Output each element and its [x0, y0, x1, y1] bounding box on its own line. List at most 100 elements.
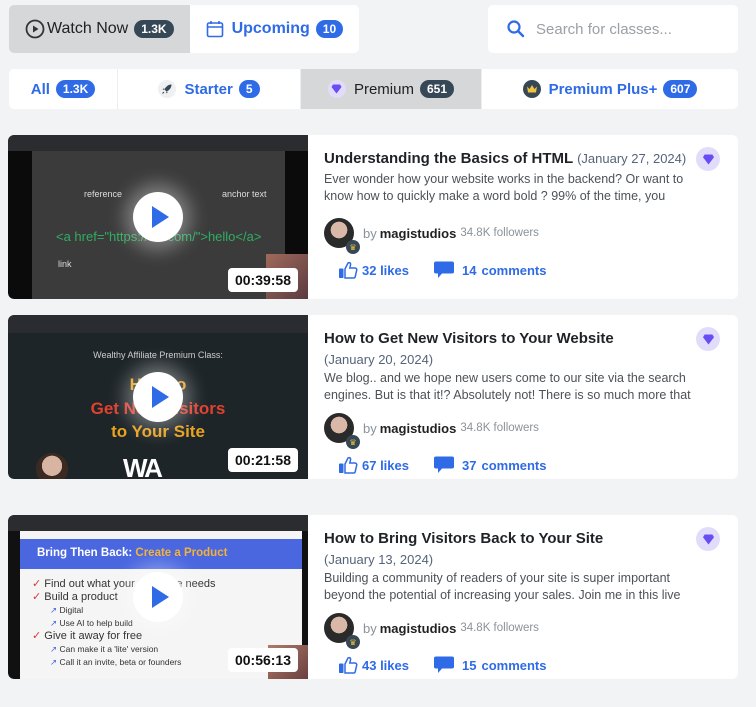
filter-tab-premium-plus[interactable]: Premium Plus+ 607 [482, 69, 738, 109]
filter-tab-starter[interactable]: Starter 5 [118, 69, 301, 109]
video-thumbnail[interactable]: Wealthy Affiliate Premium Class: How to … [8, 315, 308, 479]
engagement-stats: 32 likes 14 comments [338, 261, 724, 279]
calendar-icon [206, 20, 224, 38]
comments-label: comments [481, 657, 547, 673]
class-title-line: How to Bring Visitors Back to Your Site [324, 529, 694, 549]
tab-label: Watch Now [47, 20, 129, 37]
class-info: How to Get New Visitors to Your Website … [324, 315, 724, 479]
count-badge: 1.3K [134, 20, 174, 38]
author-row: ♛ by magistudios 34.8K followers [324, 612, 724, 649]
class-date: (January 13, 2024) [324, 552, 434, 567]
search-box [488, 5, 738, 53]
thumbnail-text: reference [84, 189, 123, 199]
rocket-icon [158, 80, 177, 98]
author-name[interactable]: magistudios [380, 621, 457, 636]
engagement-stats: 43 likes 15 comments [338, 656, 724, 674]
count-badge: 10 [315, 20, 344, 38]
class-card[interactable]: Bring Then Back: Create a Product ✓ Find… [8, 515, 738, 679]
follower-count: 34.8K followers [460, 227, 539, 239]
class-info: Understanding the Basics of HTML (Januar… [324, 135, 724, 299]
class-description: We blog.. and we hope new users come to … [324, 371, 691, 402]
video-thumbnail[interactable]: reference anchor text <a href="https://w… [8, 135, 308, 299]
follower-count: 34.8K followers [460, 422, 539, 434]
count-badge: 5 [238, 80, 260, 98]
tab-label: Premium Plus+ [548, 80, 658, 98]
comments-count: 15 [462, 657, 477, 673]
avatar[interactable]: ♛ [324, 218, 360, 254]
comment-icon [434, 656, 454, 673]
video-duration: 00:56:13 [227, 648, 298, 672]
by-label: by [363, 225, 377, 241]
avatar[interactable]: ♛ [324, 413, 360, 449]
by-label: by [363, 420, 377, 436]
author-name[interactable]: magistudios [380, 226, 457, 241]
thumbnail-text: anchor text [222, 189, 267, 199]
author-name[interactable]: magistudios [380, 421, 457, 436]
comments-label: comments [481, 262, 547, 278]
comments-button[interactable]: 15 comments [433, 656, 547, 674]
class-title[interactable]: How to Get New Visitors to Your Website [324, 330, 614, 347]
thumbs-up-icon [339, 656, 358, 674]
by-label: by [363, 620, 377, 636]
thumbnail-browser-bar [8, 135, 308, 151]
count-badge: 1.3K [55, 80, 96, 98]
thumbnail-text: to Your Site [111, 422, 205, 441]
likes-count: 43 likes [362, 657, 409, 673]
gem-icon [696, 527, 720, 551]
crown-icon: ♛ [346, 635, 360, 649]
class-date: (January 27, 2024) [577, 151, 687, 166]
thumbnail-text: link [58, 259, 72, 269]
tab-label: Starter [184, 80, 233, 98]
class-date: (January 20, 2024) [324, 352, 434, 367]
class-title-line: How to Get New Visitors to Your Website [324, 329, 694, 349]
search-input[interactable] [536, 20, 726, 38]
play-button[interactable] [133, 372, 183, 422]
likes-button[interactable]: 67 likes [338, 456, 433, 474]
count-badge: 607 [663, 80, 698, 98]
gem-icon [696, 327, 720, 351]
thumbnail-bullets: ✓ Find out what your audience needs ✓ Bu… [32, 578, 216, 669]
filter-tab-all[interactable]: All 1.3K [9, 69, 118, 109]
video-duration: 00:21:58 [227, 448, 298, 472]
thumbnail-browser-bar [8, 315, 308, 333]
engagement-stats: 67 likes 37 comments [338, 456, 724, 474]
tab-upcoming[interactable]: Upcoming 10 [189, 5, 360, 53]
comment-icon [434, 456, 454, 473]
comments-button[interactable]: 37 comments [433, 456, 547, 474]
class-info: How to Bring Visitors Back to Your Site … [324, 515, 724, 679]
thumbnail-logo: WA [123, 453, 163, 479]
crown-icon: ♛ [346, 435, 360, 449]
likes-button[interactable]: 43 likes [338, 656, 433, 674]
comments-button[interactable]: 14 comments [433, 261, 547, 279]
class-title-line: Understanding the Basics of HTML (Januar… [324, 149, 694, 169]
thumbnail-text: Bring Then Back: [37, 547, 136, 559]
thumbnail-browser-bar [8, 515, 308, 531]
play-button[interactable] [133, 192, 183, 242]
play-button[interactable] [133, 572, 183, 622]
video-thumbnail[interactable]: Bring Then Back: Create a Product ✓ Find… [8, 515, 308, 679]
webcam-overlay [36, 453, 68, 479]
play-circle-icon [25, 19, 45, 39]
video-duration: 00:39:58 [227, 268, 298, 292]
filter-tab-premium[interactable]: Premium 651 [301, 69, 482, 109]
class-card[interactable]: reference anchor text <a href="https://w… [8, 135, 738, 299]
class-title[interactable]: Understanding the Basics of HTML [324, 150, 573, 167]
avatar[interactable]: ♛ [324, 613, 360, 649]
gem-icon [696, 147, 720, 171]
follower-count: 34.8K followers [460, 622, 539, 634]
thumbs-up-icon [339, 261, 358, 279]
thumbnail-text: ✓ Build a product [32, 591, 118, 603]
thumbnail-text: ↗ Digital [50, 605, 84, 615]
class-card[interactable]: Wealthy Affiliate Premium Class: How to … [8, 315, 738, 479]
thumbnail-header: Bring Then Back: Create a Product [20, 539, 302, 569]
class-description: Building a community of readers of your … [324, 571, 681, 602]
likes-button[interactable]: 32 likes [338, 261, 433, 279]
gem-icon [327, 80, 346, 98]
tab-watch-now[interactable]: Watch Now 1.3K [9, 5, 190, 53]
likes-count: 67 likes [362, 457, 409, 473]
class-title[interactable]: How to Bring Visitors Back to Your Site [324, 530, 603, 547]
crown-icon: ♛ [346, 240, 360, 254]
comments-count: 37 [462, 457, 477, 473]
thumbnail-text: ↗ Call it an invite, beta or founders [50, 657, 182, 667]
thumbnail-text: ↗ Use AI to help build [50, 618, 133, 628]
